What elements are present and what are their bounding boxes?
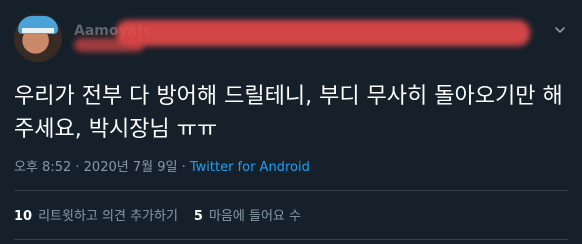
tweet-meta: 오후 8:52 · 2020년 7월 9일 · Twitter for Andr… <box>14 156 310 175</box>
tweet-time[interactable]: 오후 8:52 <box>14 160 71 175</box>
meta-separator: · <box>71 160 84 175</box>
tweet-card: Aamoya(c 우리가 전부 다 방어해 드릴테니, 부디 무사히 돌아오기만… <box>0 0 582 244</box>
avatar-hat-band <box>22 28 54 33</box>
tweet-source-link[interactable]: Twitter for Android <box>190 160 310 175</box>
likes-count: 5 <box>193 209 203 224</box>
tweet-date[interactable]: 2020년 7월 9일 <box>84 160 178 175</box>
redaction-mark <box>116 20 530 46</box>
tweet-stats: 10 리트윗하고 의견 추가하기 5 마음에 들어요 수 <box>14 205 317 224</box>
redaction-mark-handle <box>74 38 144 52</box>
retweets-label: 리트윗하고 의견 추가하기 <box>38 209 178 224</box>
meta-separator: · <box>177 160 190 175</box>
tweet-text: 우리가 전부 다 방어해 드릴테니, 부디 무사히 돌아오기만 해 주세요, 박… <box>14 84 563 142</box>
likes-stat[interactable]: 5 마음에 들어요 수 <box>194 205 301 224</box>
retweets-count: 10 <box>14 209 33 224</box>
retweets-stat[interactable]: 10 리트윗하고 의견 추가하기 <box>14 205 178 224</box>
chevron-down-icon[interactable] <box>552 22 568 38</box>
likes-label: 마음에 들어요 수 <box>208 209 301 224</box>
avatar[interactable] <box>14 14 62 62</box>
divider <box>14 239 568 240</box>
divider <box>14 190 568 191</box>
